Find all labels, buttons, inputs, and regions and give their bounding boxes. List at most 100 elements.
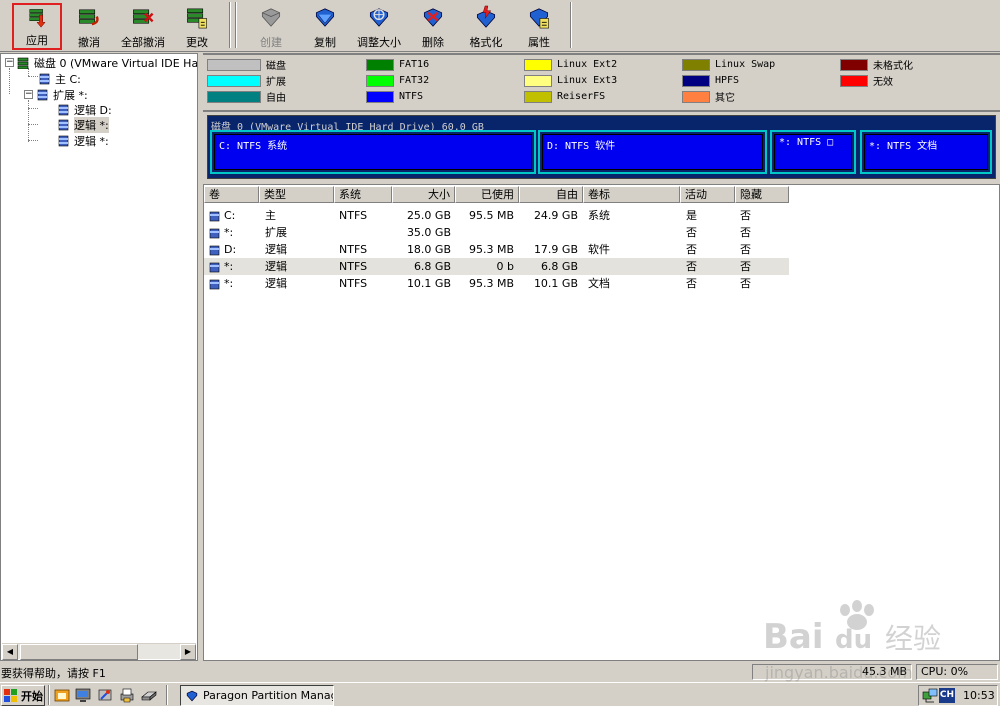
legend-item: 磁盘 — [207, 58, 286, 72]
disk-map: 磁盘 0 (VMware Virtual IDE Hard Drive) 60.… — [203, 110, 1000, 182]
legend-swatch — [840, 74, 868, 87]
undo-all-icon — [133, 9, 154, 24]
format-button[interactable]: 格式化 — [466, 3, 506, 50]
column-header-fs[interactable]: 系统 — [334, 186, 392, 203]
clock[interactable]: 10:53 — [963, 689, 995, 702]
input-language-indicator[interactable]: CH — [939, 688, 955, 703]
legend-swatch — [682, 58, 710, 71]
partition-block-logical-2[interactable]: *: NTFS □ — [770, 130, 856, 174]
undo-icon — [79, 9, 99, 26]
delete-icon — [423, 8, 443, 27]
legend-swatch — [840, 58, 868, 71]
format-label: 格式化 — [469, 36, 503, 49]
tree-item-logical-2[interactable]: 逻辑 *: — [57, 116, 109, 133]
legend-swatch — [366, 58, 394, 71]
scroll-right-icon[interactable]: ▶ — [180, 644, 196, 660]
properties-button[interactable]: 属性 — [522, 3, 556, 50]
changes-icon — [187, 8, 207, 29]
watermark-url: jingyan.baidu.com — [764, 663, 913, 682]
tools-icon[interactable] — [97, 687, 113, 703]
apply-button[interactable]: 应用 — [12, 3, 62, 50]
collapse-icon[interactable]: − — [24, 90, 33, 99]
cell-volume: C: — [224, 209, 236, 222]
undo-all-button[interactable]: 全部撤消 — [118, 3, 168, 50]
cell-volume: *: — [224, 260, 234, 273]
partition-icon — [209, 279, 220, 289]
cell-fs: NTFS — [339, 277, 368, 290]
tree-item-logical-3[interactable]: 逻辑 *: — [57, 133, 109, 148]
drive-icon[interactable] — [141, 687, 157, 703]
resize-icon — [369, 8, 389, 27]
cell-type: 逻辑 — [265, 243, 287, 256]
partition-icon — [209, 262, 220, 272]
delete-button[interactable]: 删除 — [416, 3, 450, 50]
disk-tree: − 磁盘 0 (VMware Virtual IDE Hard 主 C: − 扩… — [0, 53, 198, 661]
cell-hidden: 否 — [740, 226, 751, 239]
table-row[interactable]: *: 扩展 35.0 GB 否 否 — [204, 224, 789, 241]
resize-button[interactable]: 调整大小 — [353, 3, 405, 50]
column-header-volume[interactable]: 卷 — [204, 186, 259, 203]
tree-horizontal-scrollbar[interactable]: ◀ ▶ — [2, 643, 196, 660]
cell-fs: NTFS — [339, 260, 368, 273]
cell-volume: *: — [224, 226, 234, 239]
tree-label: 磁盘 0 (VMware Virtual IDE Hard — [34, 56, 198, 70]
legend-swatch — [682, 74, 710, 87]
apply-icon — [29, 9, 46, 28]
table-row[interactable]: C: 主 NTFS 25.0 GB 95.5 MB 24.9 GB 系统 是 否 — [204, 207, 789, 224]
partition-block-c[interactable]: C: NTFS 系统 — [210, 130, 536, 174]
start-button[interactable]: 开始 — [1, 685, 45, 706]
column-header-used[interactable]: 已使用 — [455, 186, 519, 203]
column-header-free[interactable]: 自由 — [519, 186, 583, 203]
file-manager-icon[interactable] — [54, 687, 70, 703]
collapse-icon[interactable]: − — [5, 58, 14, 67]
tree-item-logical-d[interactable]: 逻辑 D: — [57, 102, 112, 117]
column-header-active[interactable]: 活动 — [680, 186, 735, 203]
cell-type: 主 — [265, 209, 276, 222]
tree-item-disk0[interactable]: − 磁盘 0 (VMware Virtual IDE Hard — [5, 55, 198, 70]
tree-item-primary-c[interactable]: 主 C: — [38, 71, 81, 86]
scroll-left-icon[interactable]: ◀ — [2, 644, 18, 660]
partition-list: 卷 类型 系统 大小 已使用 自由 卷标 活动 隐藏 C: 主 NTFS 25.… — [203, 184, 1000, 661]
properties-icon — [529, 8, 549, 29]
printer-icon[interactable] — [119, 687, 135, 703]
taskbar-window-button[interactable]: Paragon Partition Manag... — [180, 685, 334, 706]
watermark-cn: 经验 — [885, 622, 941, 655]
column-header-type[interactable]: 类型 — [259, 186, 334, 203]
cell-hidden: 否 — [740, 260, 751, 273]
cell-active: 否 — [686, 260, 697, 273]
cell-used — [455, 224, 514, 241]
cell-hidden: 否 — [740, 243, 751, 256]
table-row-selected[interactable]: *: 逻辑 NTFS 6.8 GB 0 b 6.8 GB 否 否 — [204, 258, 789, 275]
network-icon[interactable] — [922, 688, 938, 704]
copy-button[interactable]: 复制 — [308, 3, 342, 50]
cell-hidden: 否 — [740, 209, 751, 222]
column-header-size[interactable]: 大小 — [392, 186, 455, 203]
disk-bar[interactable]: 磁盘 0 (VMware Virtual IDE Hard Drive) 60.… — [207, 115, 996, 179]
partition-block-logical-3[interactable]: *: NTFS 文档 — [860, 130, 992, 174]
changes-button[interactable]: 更改 — [180, 3, 214, 50]
legend-item: ReiserFS — [524, 90, 605, 103]
cell-hidden: 否 — [740, 277, 751, 290]
windows-logo-icon — [4, 688, 17, 702]
cell-size: 6.8 GB — [413, 260, 451, 273]
taskbar-window-title: Paragon Partition Manag... — [203, 689, 334, 702]
column-header-hidden[interactable]: 隐藏 — [735, 186, 789, 203]
table-row[interactable]: *: 逻辑 NTFS 10.1 GB 95.3 MB 10.1 GB 文档 否 … — [204, 275, 789, 292]
create-button[interactable]: 创建 — [254, 3, 288, 50]
list-header: 卷 类型 系统 大小 已使用 自由 卷标 活动 隐藏 — [204, 185, 999, 203]
cell-size: 18.0 GB — [406, 243, 451, 256]
cell-active: 否 — [686, 243, 697, 256]
toolbar-separator — [570, 2, 572, 48]
legend-swatch — [524, 58, 552, 71]
legend-item: HPFS — [682, 74, 739, 87]
table-row[interactable]: D: 逻辑 NTFS 18.0 GB 95.3 MB 17.9 GB 软件 否 … — [204, 241, 789, 258]
column-header-label[interactable]: 卷标 — [583, 186, 680, 203]
tree-item-extended[interactable]: − 扩展 *: — [24, 87, 88, 102]
undo-button[interactable]: 撤消 — [70, 3, 108, 50]
legend-swatch — [207, 58, 261, 71]
partition-block-d[interactable]: D: NTFS 软件 — [538, 130, 767, 174]
legend-item: FAT32 — [366, 74, 429, 87]
scrollbar-thumb[interactable] — [20, 644, 138, 660]
taskbar-separator — [166, 685, 168, 705]
computer-icon[interactable] — [75, 687, 91, 703]
